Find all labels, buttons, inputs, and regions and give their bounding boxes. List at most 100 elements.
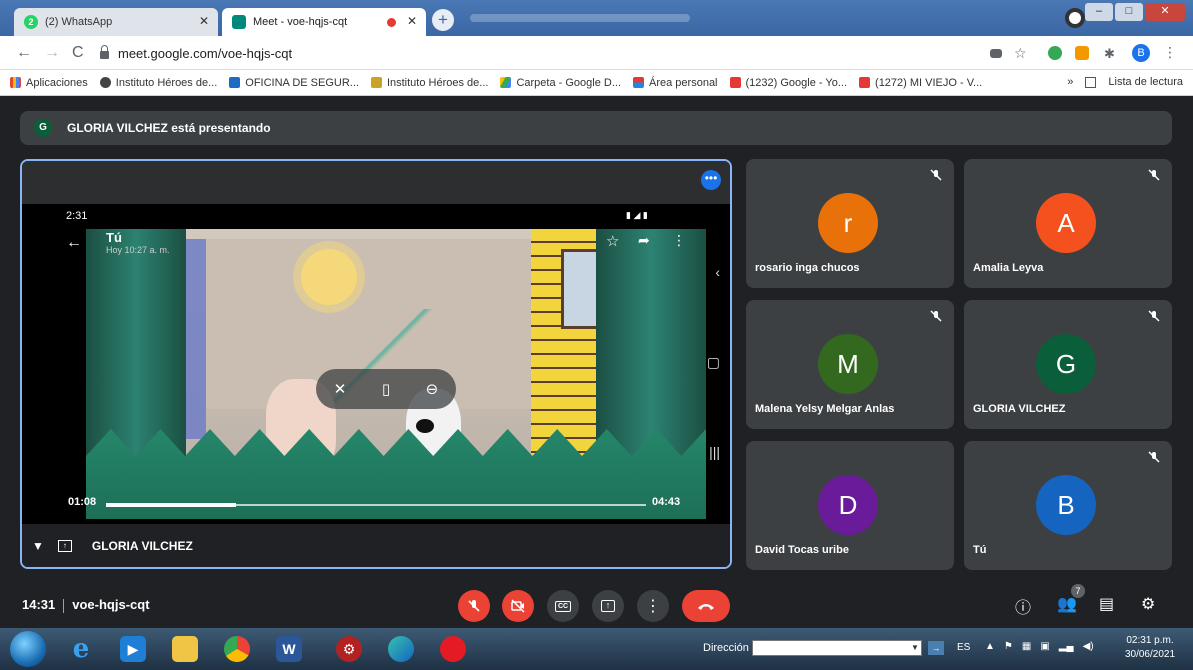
- phone-status-time: 2:31: [66, 210, 88, 222]
- mic-toggle-button[interactable]: [458, 590, 490, 622]
- device-icon[interactable]: ▣: [1040, 641, 1049, 652]
- video-overlay-controls: ✕ ▯ ⊖: [316, 369, 456, 409]
- participant-name: Amalia Leyva: [973, 262, 1044, 274]
- participant-name: rosario inga chucos: [755, 262, 860, 274]
- taskbar-app-red[interactable]: ⚙: [328, 632, 370, 666]
- browser-toolbar: ← → C meet.google.com/voe-hqjs-cqt ☆ ✱ B…: [0, 36, 1193, 70]
- profile-icon[interactable]: [1065, 8, 1085, 28]
- presentation-tile[interactable]: ••• 2:31 ▮ ◢ ▮ ← Tú Hoy 10:27 a. m. ☆ ➦ …: [20, 159, 732, 569]
- tab-whatsapp[interactable]: 2 (2) WhatsApp ✕: [14, 8, 218, 36]
- google-drive-icon: [500, 77, 512, 88]
- back-icon[interactable]: ←: [16, 44, 32, 62]
- more-options-button[interactable]: ⋮: [637, 590, 669, 622]
- taskbar-media-player[interactable]: ▶: [112, 632, 154, 666]
- volume-icon[interactable]: ◀): [1083, 641, 1094, 652]
- maximize-button[interactable]: □: [1115, 3, 1143, 21]
- activities-icon[interactable]: ⚙: [1141, 594, 1155, 614]
- camera-off-icon: [511, 599, 525, 613]
- bookmark-apps[interactable]: Aplicaciones: [10, 77, 88, 89]
- dropdown-arrow-icon[interactable]: ▼: [911, 643, 919, 652]
- participant-tile[interactable]: r rosario inga chucos: [746, 159, 954, 288]
- participant-tile[interactable]: A Amalia Leyva: [964, 159, 1172, 288]
- language-indicator[interactable]: ES: [957, 642, 970, 653]
- network-icon[interactable]: ▦: [1022, 641, 1031, 652]
- taskbar-word[interactable]: W: [268, 632, 310, 666]
- bookmark-item[interactable]: (1272) MI VIEJO - V...: [859, 77, 982, 89]
- meet-controls-bar: 14:31 voe-hqjs-cqt CC ↑ ⋮ ⓘ 👥 7 ▤ ⚙: [0, 580, 1193, 628]
- show-hidden-icons-icon[interactable]: ▲: [985, 641, 995, 652]
- menu-kebab-icon[interactable]: ⋮: [1163, 44, 1177, 61]
- meet-icon: [232, 15, 246, 29]
- camera-icon[interactable]: [990, 49, 1002, 58]
- presenter-avatar: G: [34, 119, 52, 137]
- participant-avatar: M: [818, 334, 878, 394]
- leave-call-button[interactable]: [682, 590, 730, 622]
- system-tray: ▲ ⚑ ▦ ▣ ▂▄ ◀): [985, 641, 1094, 652]
- captions-button[interactable]: CC: [547, 590, 579, 622]
- star-icon[interactable]: ☆: [1014, 45, 1027, 62]
- bookmark-item[interactable]: Carpeta - Google D...: [500, 77, 621, 89]
- participant-tile[interactable]: G GLORIA VILCHEZ: [964, 300, 1172, 429]
- lock-icon: [100, 45, 109, 59]
- address-toolbar-input[interactable]: [752, 640, 922, 656]
- presentation-bottom-bar: ▼ ↑ GLORIA VILCHEZ: [22, 524, 730, 567]
- close-tab-icon[interactable]: ✕: [407, 14, 417, 28]
- hang-up-icon: [698, 604, 714, 610]
- forward-icon[interactable]: →: [44, 44, 60, 62]
- bookmark-item[interactable]: (1232) Google - Yo...: [729, 77, 847, 89]
- participant-tile[interactable]: D David Tocas uribe: [746, 441, 954, 570]
- address-go-button[interactable]: →: [928, 641, 944, 655]
- star-icon: ☆: [606, 233, 620, 250]
- signal-icon[interactable]: ▂▄: [1059, 641, 1074, 652]
- taskbar-ie[interactable]: e: [60, 632, 102, 666]
- taskbar-clock[interactable]: 02:31 p.m. 30/06/2021: [1112, 634, 1188, 662]
- folder-icon: [172, 636, 198, 662]
- address-bar[interactable]: meet.google.com/voe-hqjs-cqt: [100, 41, 980, 65]
- meeting-time: 14:31: [22, 597, 56, 612]
- bookmark-item[interactable]: Instituto Héroes de...: [370, 77, 488, 89]
- meeting-details-icon[interactable]: ⓘ: [1015, 594, 1031, 618]
- whatsapp-icon: 2: [24, 15, 38, 29]
- participant-avatar: D: [818, 475, 878, 535]
- taskbar-explorer[interactable]: [164, 632, 206, 666]
- captions-icon: CC: [554, 600, 572, 612]
- reload-icon[interactable]: C: [72, 44, 84, 62]
- participant-name: GLORIA VILCHEZ: [973, 403, 1066, 415]
- taskbar-chrome[interactable]: [216, 632, 258, 666]
- flag-icon[interactable]: ⚑: [1004, 641, 1013, 652]
- taskbar-edge[interactable]: [380, 632, 422, 666]
- participant-tile[interactable]: M Malena Yelsy Melgar Anlas: [746, 300, 954, 429]
- more-options-icon[interactable]: •••: [701, 170, 721, 190]
- apps-grid-icon: [10, 77, 21, 88]
- participant-tile[interactable]: B Tú: [964, 441, 1172, 570]
- presentation-top-bar: •••: [22, 161, 730, 204]
- participant-name: Malena Yelsy Melgar Anlas: [755, 403, 895, 415]
- extension-green-icon[interactable]: [1048, 46, 1062, 60]
- new-tab-button[interactable]: +: [432, 9, 454, 31]
- present-now-button[interactable]: ↑: [592, 590, 624, 622]
- bookmark-item[interactable]: Instituto Héroes de...: [99, 77, 217, 89]
- chat-icon[interactable]: ▤: [1099, 594, 1114, 614]
- close-tab-icon[interactable]: ✕: [199, 14, 209, 28]
- bookmark-item[interactable]: OFICINA DE SEGUR...: [229, 77, 359, 89]
- presenter-name: GLORIA VILCHEZ: [91, 538, 193, 553]
- extensions-puzzle-icon[interactable]: ✱: [1104, 46, 1115, 62]
- minimize-button[interactable]: –: [1085, 3, 1113, 21]
- pin-icon[interactable]: ▼: [32, 539, 44, 553]
- blurred-window-title: [470, 14, 690, 22]
- mic-off-icon: [1148, 451, 1160, 466]
- bookmark-item[interactable]: Área personal: [633, 77, 718, 89]
- taskbar-opera[interactable]: [432, 632, 474, 666]
- participant-name: Tú: [973, 544, 987, 556]
- extension-orange-icon[interactable]: [1075, 46, 1089, 60]
- tab-meet[interactable]: Meet - voe-hqjs-cqt ✕: [222, 8, 426, 36]
- people-icon: [229, 77, 241, 88]
- close-window-button[interactable]: ✕: [1145, 3, 1185, 21]
- profile-avatar[interactable]: B: [1132, 44, 1150, 62]
- start-button[interactable]: [10, 631, 46, 667]
- bookmarks-overflow-button[interactable]: »: [1067, 76, 1073, 88]
- participant-avatar: A: [1036, 193, 1096, 253]
- camera-toggle-button[interactable]: [502, 590, 534, 622]
- mic-off-icon: [468, 600, 480, 612]
- reading-list-button[interactable]: Lista de lectura: [1108, 76, 1183, 88]
